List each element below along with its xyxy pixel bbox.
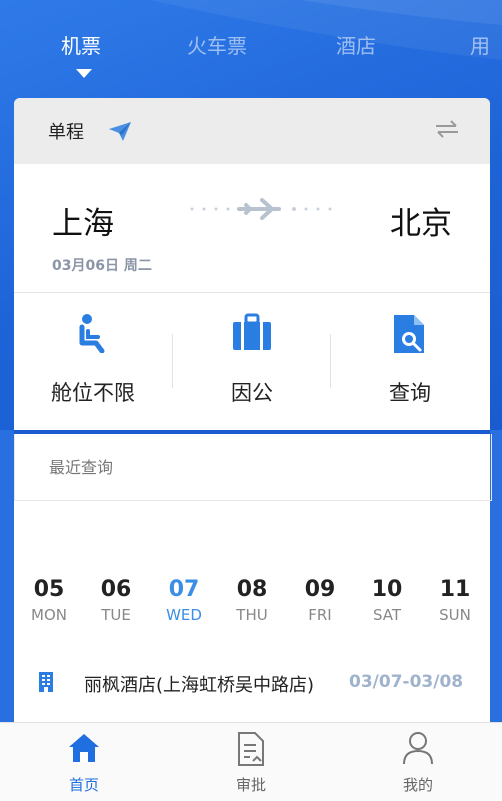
search-label: 查询 <box>389 381 431 405</box>
trip-type-label[interactable]: 单程 <box>48 118 84 144</box>
departure-city[interactable]: 上海 <box>52 198 114 243</box>
tab-hotel[interactable]: 酒店 <box>336 30 376 59</box>
departure-date[interactable]: 03月06日 周二 <box>52 255 152 275</box>
nav-home-label: 首页 <box>68 776 99 794</box>
route-plane-icon <box>190 198 332 220</box>
day-number: 10 <box>371 577 403 602</box>
tab-train[interactable]: 火车票 <box>187 30 247 59</box>
day-number: 11 <box>439 577 471 602</box>
nav-profile[interactable]: 我的 <box>334 723 502 801</box>
date-strip: 05 MON 06 TUE 07 WED 08 THU 09 FRI 10 SA… <box>0 576 502 636</box>
hotel-dates: 03/07-03/08 <box>349 672 464 692</box>
nav-home[interactable]: 首页 <box>0 723 168 801</box>
user-icon <box>403 732 433 765</box>
arrival-city[interactable]: 北京 <box>390 198 452 243</box>
day-weekday: SUN <box>439 606 471 624</box>
day-number: 05 <box>33 577 65 602</box>
search-option[interactable]: 查询 <box>331 293 489 429</box>
day-weekday: SAT <box>372 606 402 624</box>
cabin-class-label: 舱位不限 <box>51 381 135 405</box>
trip-purpose-label: 因公 <box>231 381 273 405</box>
seat-icon <box>79 314 105 353</box>
briefcase-icon <box>233 313 271 350</box>
home-icon <box>69 734 99 762</box>
day-item-selected[interactable]: 07 WED <box>156 576 212 624</box>
trip-type-bar: 单程 <box>14 98 490 164</box>
day-number: 07 <box>168 577 200 602</box>
day-item[interactable]: 08 THU <box>224 576 280 624</box>
tab-flight[interactable]: 机票 <box>61 30 101 59</box>
day-number: 06 <box>100 577 132 602</box>
cabin-class-option[interactable]: 舱位不限 <box>14 293 172 429</box>
tab-more[interactable]: 用 <box>470 30 490 59</box>
day-weekday: TUE <box>101 606 131 624</box>
recent-hotel-item[interactable]: 丽枫酒店(上海虹桥吴中路店) 03/07-03/08 <box>0 662 502 702</box>
day-weekday: WED <box>166 606 202 624</box>
day-weekday: THU <box>236 606 268 624</box>
trip-purpose-option[interactable]: 因公 <box>173 293 331 429</box>
day-item[interactable]: 05 MON <box>21 576 77 624</box>
flight-search-card: 单程 上海 北京 03月06日 周二 舱位不限 因公 查询 <box>14 98 490 430</box>
bottom-navigation: 首页 审批 我的 <box>0 722 502 801</box>
day-item[interactable]: 10 SAT <box>359 576 415 624</box>
paper-plane-icon <box>109 122 131 141</box>
day-weekday: MON <box>31 606 67 624</box>
day-number: 08 <box>236 577 268 602</box>
active-tab-indicator <box>76 69 92 78</box>
day-weekday: FRI <box>308 606 332 624</box>
approval-document-icon <box>238 732 264 766</box>
nav-approval-label: 审批 <box>235 776 266 794</box>
top-tab-bar: 机票 火车票 酒店 用 <box>0 0 502 92</box>
nav-approval[interactable]: 审批 <box>167 723 335 801</box>
day-item[interactable]: 06 TUE <box>88 576 144 624</box>
recent-searches-label: 最近查询 <box>49 458 114 477</box>
day-item[interactable]: 11 SUN <box>427 576 483 624</box>
day-number: 09 <box>304 577 336 602</box>
search-document-icon <box>394 315 424 353</box>
recent-searches-header: 最近查询 <box>14 434 492 501</box>
hotel-name: 丽枫酒店(上海虹桥吴中路店) <box>84 675 315 696</box>
nav-profile-label: 我的 <box>402 776 433 794</box>
swap-icon[interactable] <box>434 118 460 140</box>
day-item[interactable]: 09 FRI <box>292 576 348 624</box>
building-icon <box>39 672 53 692</box>
